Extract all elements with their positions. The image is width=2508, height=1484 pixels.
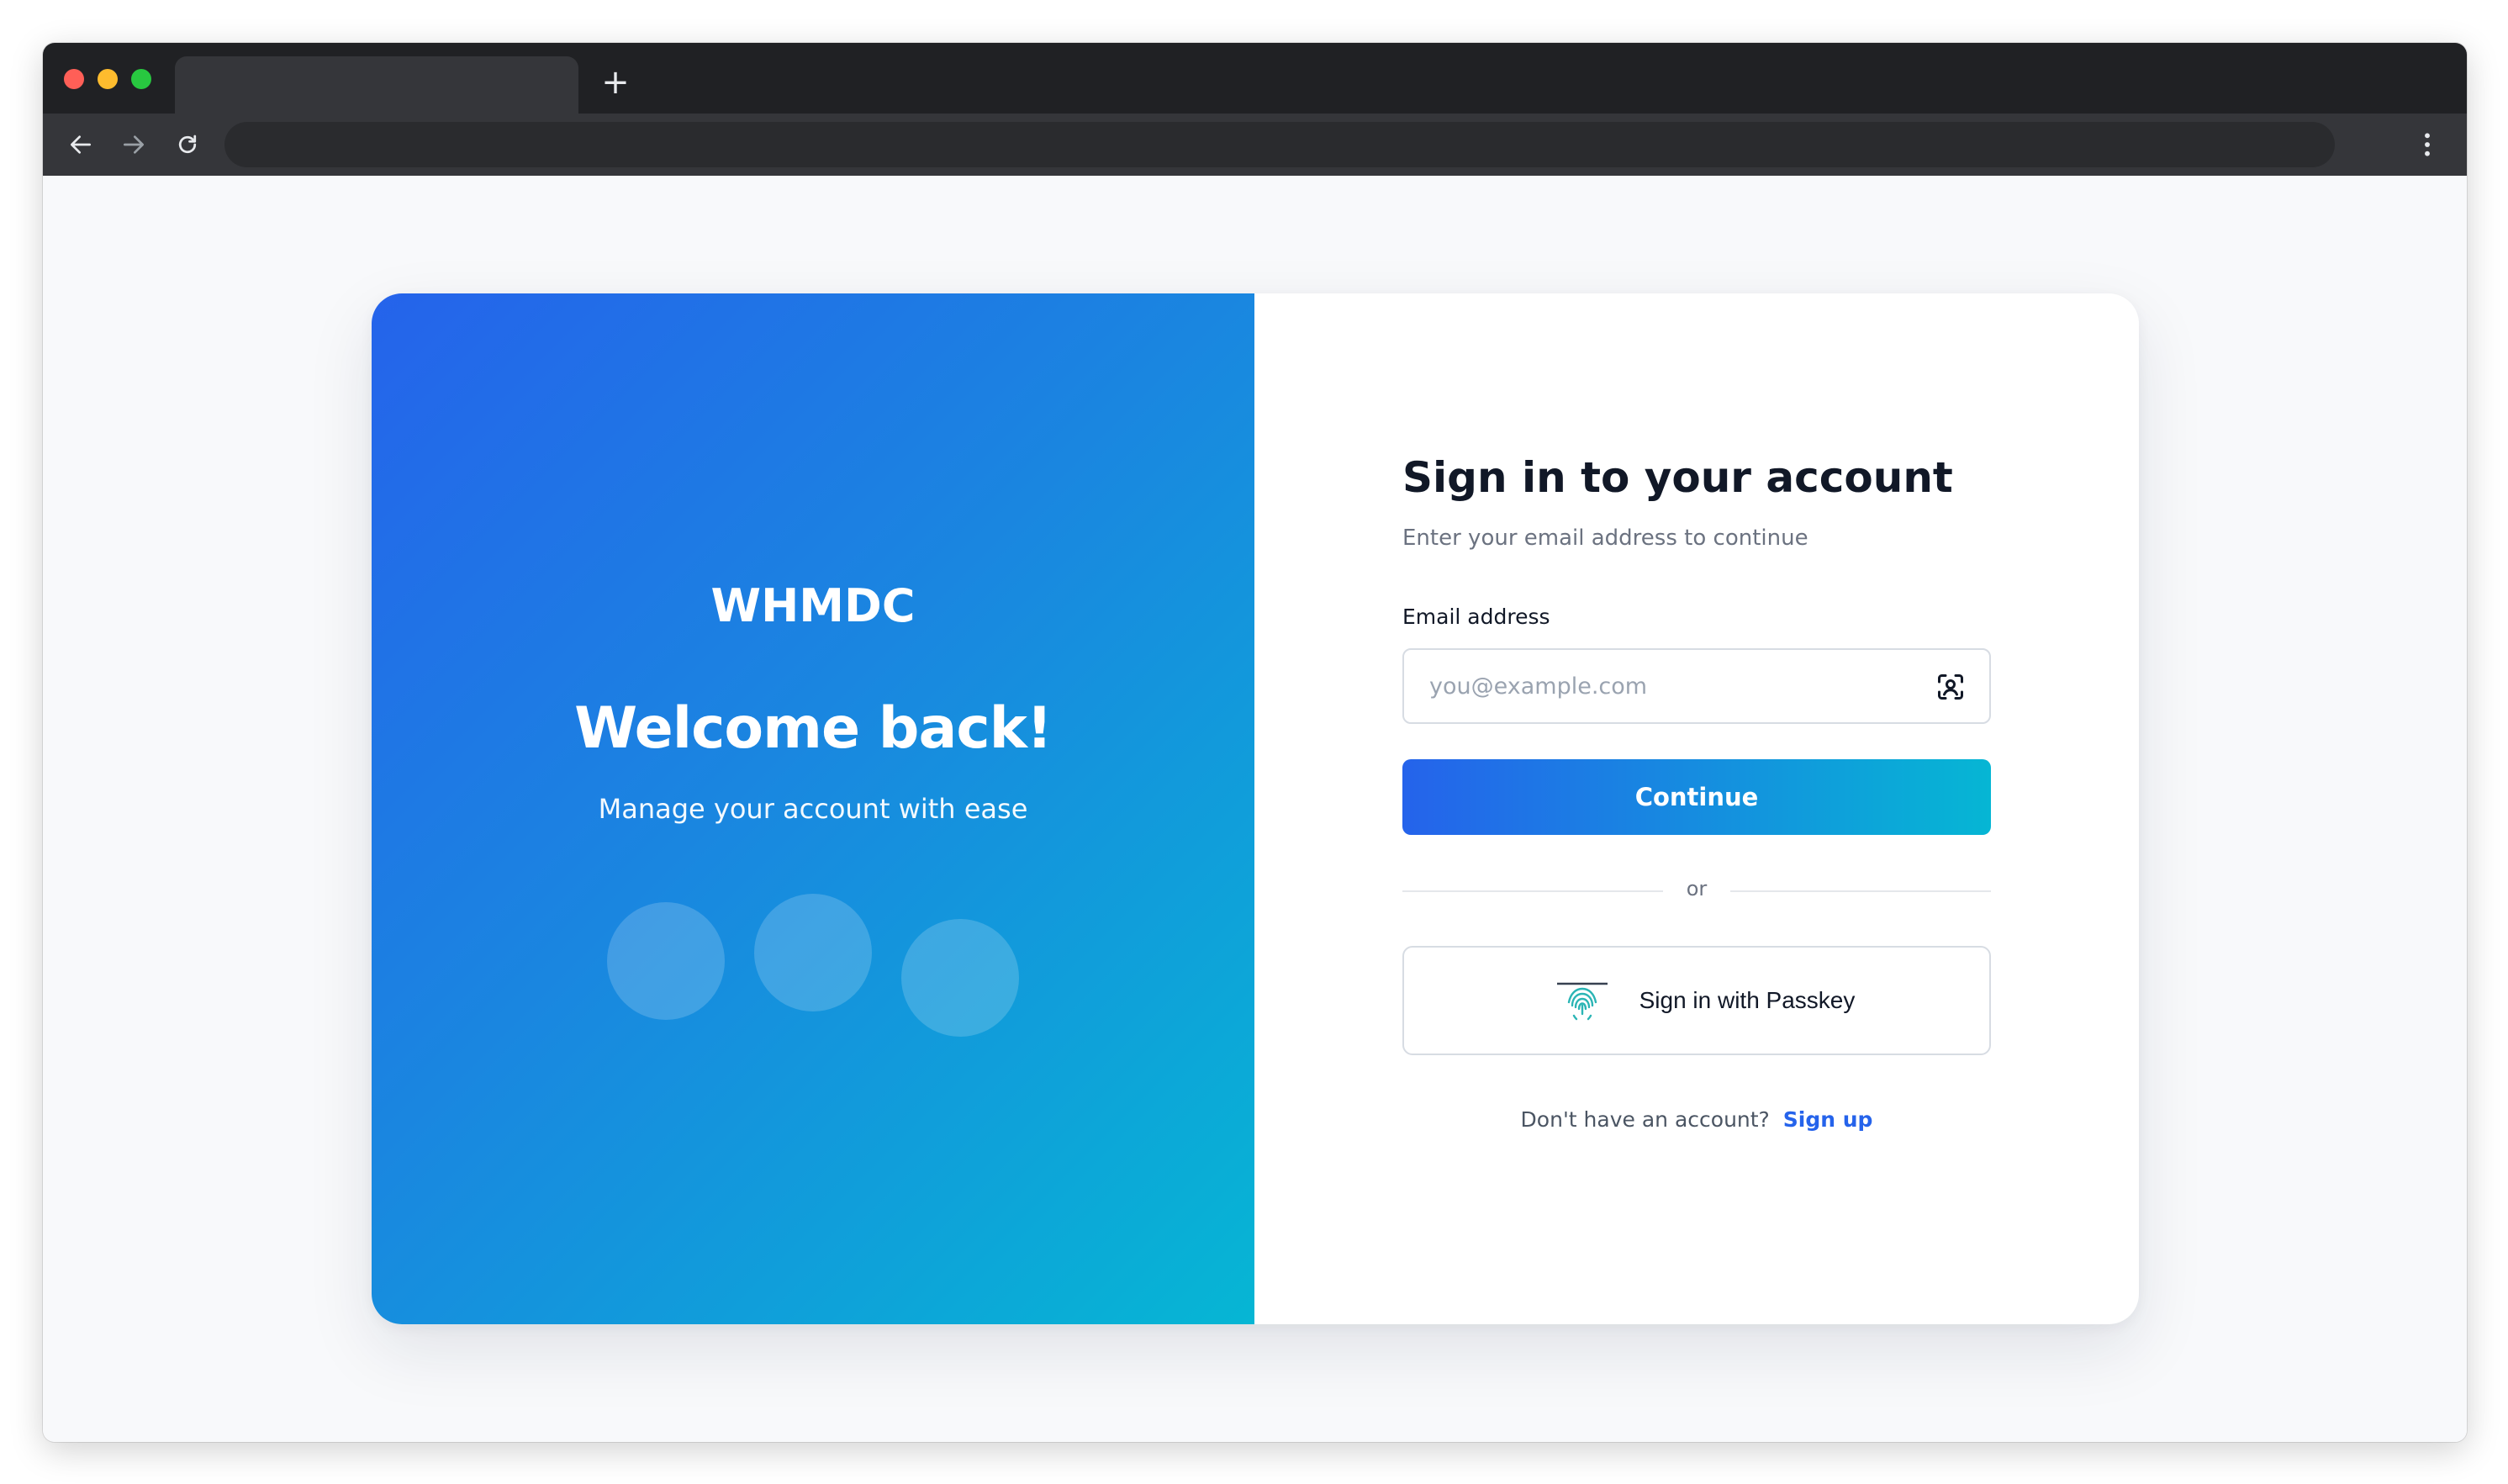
divider-line (1730, 890, 1991, 892)
reload-button[interactable] (166, 124, 209, 166)
address-bar[interactable] (224, 122, 2335, 167)
minimize-window-button[interactable] (98, 69, 118, 89)
fingerprint-icon (1556, 982, 1608, 1021)
continue-button-label: Continue (1634, 783, 1759, 811)
arrow-left-icon (71, 135, 91, 154)
passkey-sign-in-button[interactable]: Sign in with Passkey (1402, 946, 1991, 1055)
email-field[interactable] (1402, 648, 1991, 724)
continue-button[interactable]: Continue (1402, 759, 1991, 835)
new-tab-button[interactable]: + (594, 61, 636, 103)
welcome-panel: WHMDC Welcome back! Manage your account … (372, 293, 1254, 1324)
page-viewport: WHMDC Welcome back! Manage your account … (43, 176, 2467, 1442)
signup-link[interactable]: Sign up (1783, 1107, 1873, 1132)
form-title: Sign in to your account (1402, 453, 1953, 502)
browser-menu-button[interactable] (2406, 124, 2448, 166)
browser-titlebar: + (43, 43, 2467, 114)
email-label: Email address (1402, 605, 1550, 629)
sign-in-form: Sign in to your account Enter your email… (1402, 293, 1991, 1324)
browser-window: + WHMDC Welcome back! Manage your accoun… (43, 43, 2467, 1442)
signup-prompt-row: Don't have an account? Sign up (1402, 1107, 1991, 1132)
arrow-right-icon (124, 135, 144, 154)
browser-toolbar (43, 114, 2467, 176)
kebab-menu-icon (2425, 133, 2430, 156)
close-window-button[interactable] (64, 69, 84, 89)
brand-logo: WHMDC (710, 579, 916, 632)
back-button[interactable] (60, 124, 102, 166)
divider-or: or (1686, 877, 1708, 900)
forward-button[interactable] (113, 124, 155, 166)
decorative-circle (901, 919, 1019, 1037)
passkey-button-label: Sign in with Passkey (1639, 987, 1856, 1013)
decorative-circle (607, 902, 725, 1020)
signup-prompt-text: Don't have an account? (1520, 1107, 1770, 1132)
browser-tab[interactable] (175, 56, 578, 114)
welcome-heading: Welcome back! (574, 695, 1053, 762)
form-subtitle: Enter your email address to continue (1402, 525, 1808, 551)
maximize-window-button[interactable] (131, 69, 151, 89)
decorative-circle (754, 894, 872, 1011)
welcome-tagline: Manage your account with ease (598, 793, 1028, 825)
reload-icon (178, 135, 197, 154)
login-card: WHMDC Welcome back! Manage your account … (372, 293, 2139, 1324)
passkey-button-content: Sign in with Passkey (1555, 980, 1856, 1021)
divider-line (1402, 890, 1663, 892)
autofill-contact-icon[interactable] (1935, 672, 1966, 702)
